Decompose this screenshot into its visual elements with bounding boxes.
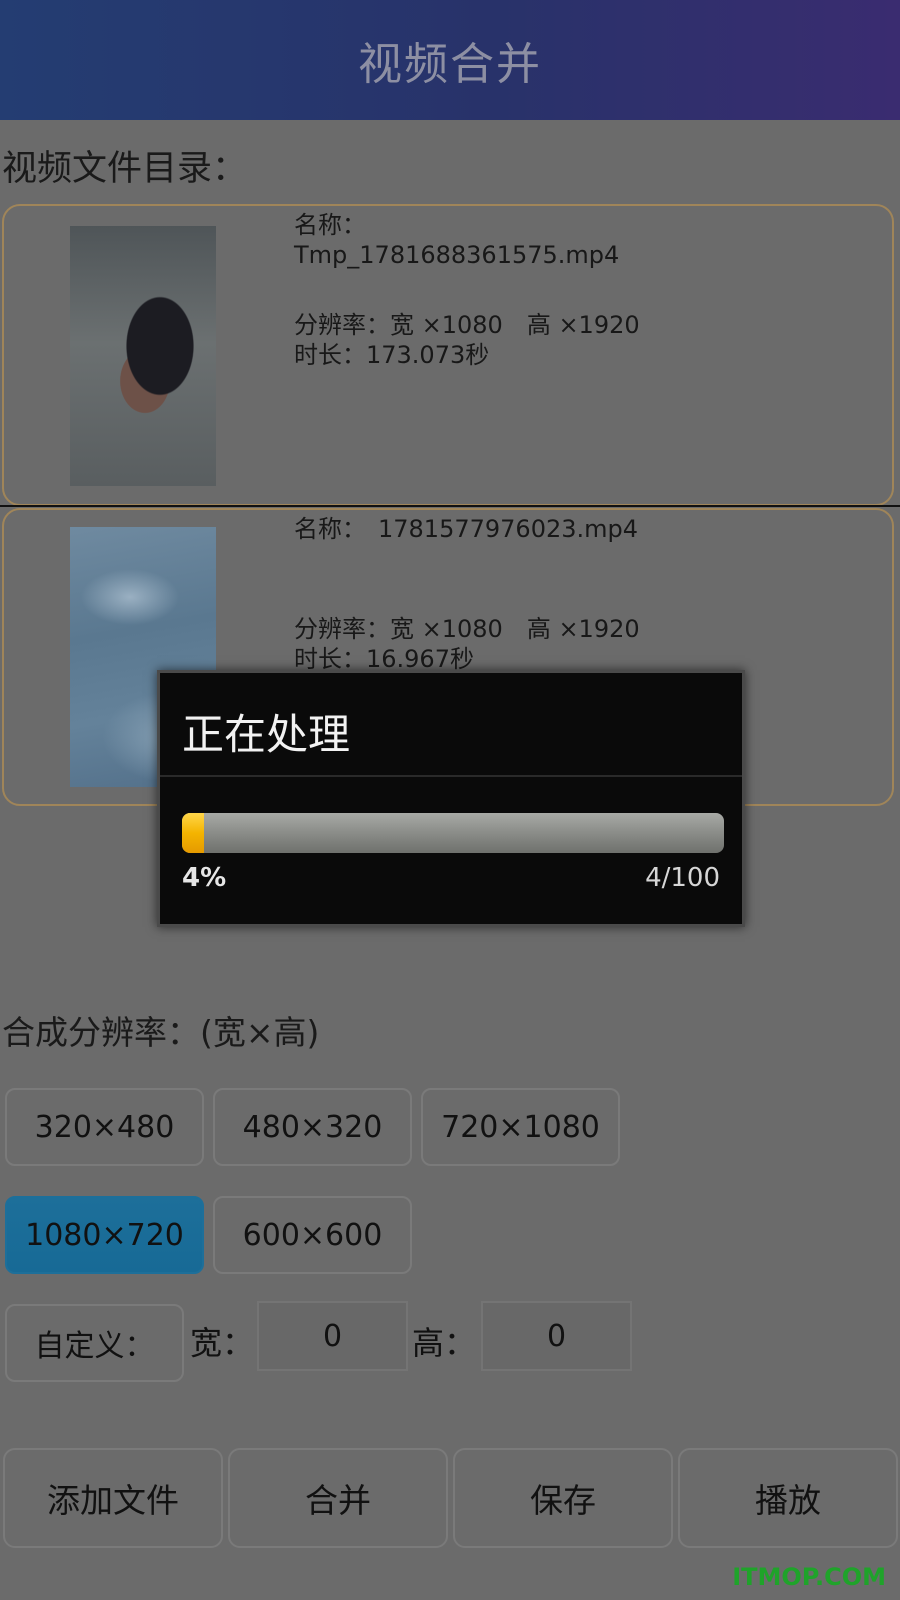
- resolution-option-320x480[interactable]: 320×480: [5, 1088, 204, 1166]
- height-input[interactable]: 0: [481, 1301, 632, 1371]
- height-label: 高：: [412, 1324, 477, 1362]
- width-label: 宽：: [190, 1324, 255, 1362]
- progress-bar: [182, 813, 724, 853]
- video-duration: 时长：173.073秒: [294, 341, 490, 369]
- width-input[interactable]: 0: [257, 1301, 408, 1371]
- progress-percent: 4%: [182, 863, 227, 893]
- video-name-label: 名称：: [294, 515, 366, 543]
- resolution-option-1080x720[interactable]: 1080×720: [5, 1196, 204, 1274]
- watermark: ITMOP.COM: [732, 1563, 886, 1591]
- dialog-title: 正在处理: [182, 710, 351, 759]
- video-item[interactable]: 名称： Tmp_1781688361575.mp4 分辨率：宽 ×1080 高 …: [2, 204, 894, 506]
- progress-dialog: 正在处理 4% 4/100: [157, 670, 745, 927]
- resolution-label: 合成分辨率：(宽×高): [2, 1013, 320, 1052]
- progress-count: 4/100: [645, 863, 720, 893]
- video-name: 1781577976023.mp4: [378, 515, 639, 543]
- video-resolution: 分辨率：宽 ×1080 高 ×1920: [294, 615, 640, 643]
- resolution-option-480x320[interactable]: 480×320: [213, 1088, 412, 1166]
- video-thumbnail: [70, 226, 216, 486]
- video-resolution: 分辨率：宽 ×1080 高 ×1920: [294, 311, 640, 339]
- app-header: 视频合并: [0, 0, 900, 120]
- resolution-option-600x600[interactable]: 600×600: [213, 1196, 412, 1274]
- play-button[interactable]: 播放: [678, 1448, 898, 1548]
- page-title: 视频合并: [358, 39, 542, 90]
- video-name-label: 名称：: [294, 211, 366, 239]
- list-divider: [0, 505, 900, 507]
- add-file-button[interactable]: 添加文件: [3, 1448, 223, 1548]
- save-button[interactable]: 保存: [453, 1448, 673, 1548]
- file-list-label: 视频文件目录：: [2, 149, 248, 189]
- dialog-divider: [160, 775, 742, 777]
- resolution-option-720x1080[interactable]: 720×1080: [421, 1088, 620, 1166]
- progress-fill: [182, 813, 204, 853]
- merge-button[interactable]: 合并: [228, 1448, 448, 1548]
- video-name: Tmp_1781688361575.mp4: [294, 241, 620, 269]
- custom-resolution-button[interactable]: 自定义：: [5, 1304, 184, 1382]
